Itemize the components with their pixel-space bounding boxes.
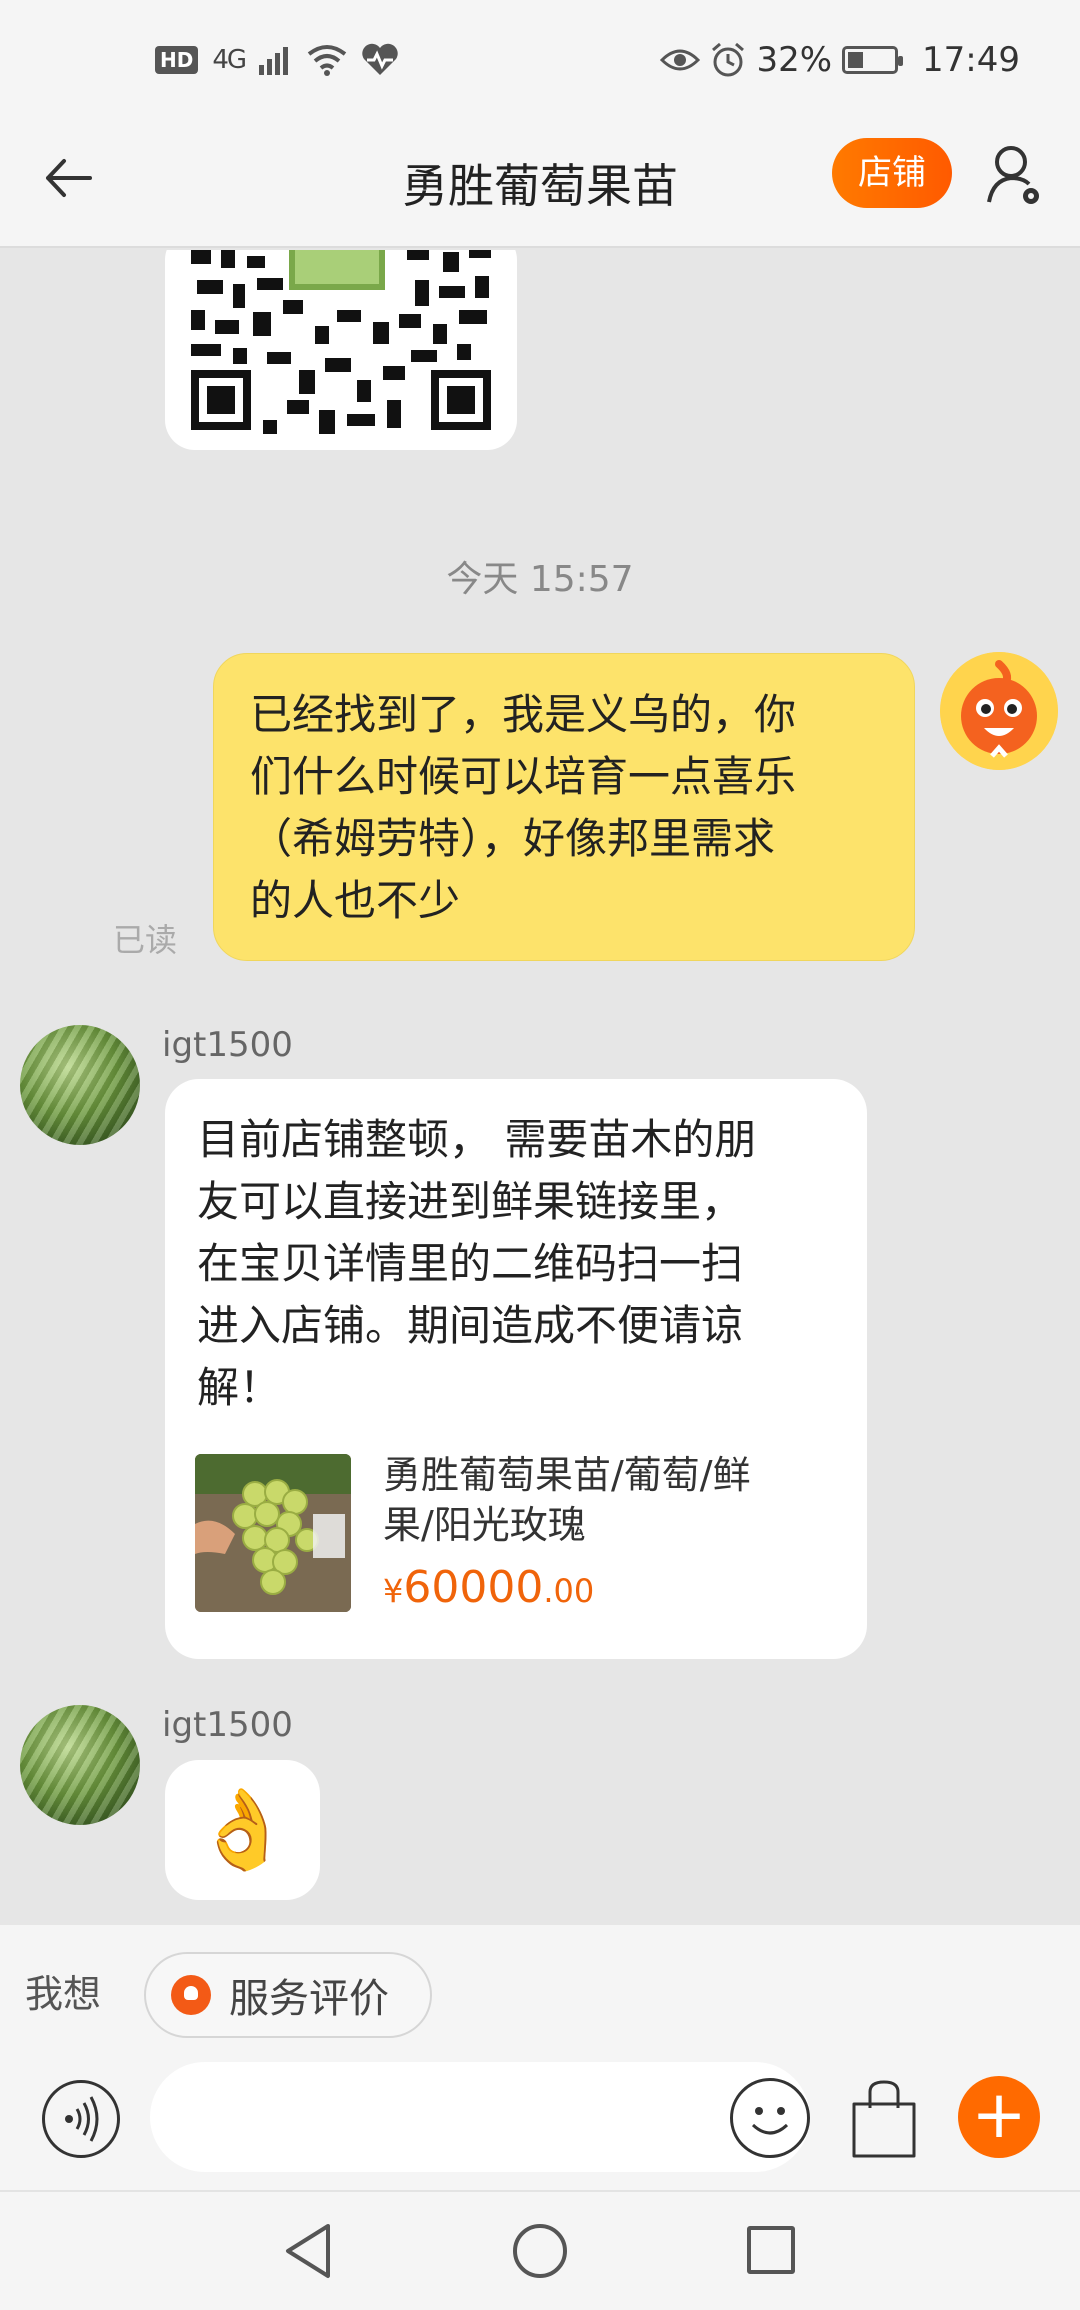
sender-name: igt1500 (162, 1025, 293, 1065)
product-title-line: 果/阳光玫瑰 (383, 1503, 586, 1547)
status-left: HD 4G (155, 43, 399, 77)
mascot-avatar-icon (940, 652, 1058, 770)
input-bar: + (0, 2050, 1080, 2190)
service-review-chip[interactable]: 服务评价 (144, 1952, 432, 2038)
product-title-line: 勇胜葡萄果苗/葡萄/鲜 (383, 1453, 751, 1497)
price-currency: ¥ (383, 1572, 404, 1610)
emoji-message-bubble[interactable]: 👌 (165, 1760, 320, 1900)
price-decimal: .00 (543, 1572, 595, 1610)
my-avatar[interactable] (940, 652, 1058, 770)
voice-wave-icon (65, 2096, 99, 2142)
product-image (195, 1454, 351, 1612)
message-line: 友可以直接进到鲜果链接里， (197, 1177, 744, 1226)
battery-percent: 32% (756, 40, 833, 80)
triangle-back-icon (286, 2224, 330, 2278)
quick-action-bar: 我想 服务评价 (0, 1925, 1080, 2050)
seller-message-bubble[interactable]: 目前店铺整顿， 需要苗木的朋 友可以直接进到鲜果链接里， 在宝贝详情里的二维码扫… (165, 1079, 867, 1659)
message-timestamp: 今天 15:57 (446, 559, 634, 600)
product-price: ¥60000.00 (383, 1562, 594, 1613)
qr-code-card[interactable] (165, 250, 517, 450)
product-title[interactable]: 勇胜葡萄果苗/葡萄/鲜 果/阳光玫瑰 (383, 1450, 823, 1550)
network-type: 4G (212, 45, 247, 75)
hd-badge: HD (155, 46, 199, 74)
grape-cluster-icon (195, 1454, 351, 1612)
clock: 17:49 (922, 40, 1020, 80)
nav-home-button[interactable] (513, 2224, 567, 2278)
message-line: 目前店铺整顿， 需要苗木的朋 (197, 1115, 757, 1164)
chat-area[interactable]: 今天 15:57 已经找到了，我是义乌的，你 们什么时候可以培育一点喜乐 （希姆… (0, 250, 1080, 1925)
wifi-icon (307, 45, 347, 76)
my-message-line: （希姆劳特），好像邦里需求 (250, 814, 776, 863)
quick-label: 我想 (25, 1972, 102, 2016)
message-line: 在宝贝详情里的二维码扫一扫 (197, 1239, 744, 1288)
product-card[interactable]: 勇胜葡萄果苗/葡萄/鲜 果/阳光玫瑰 ¥60000.00 (195, 1453, 845, 1614)
chat-header: 勇胜葡萄果苗 店铺 (0, 120, 1080, 248)
voice-button[interactable] (42, 2080, 120, 2158)
read-status: 已读 (113, 921, 178, 959)
qr-code-image (187, 250, 495, 440)
system-nav-bar (0, 2190, 1080, 2310)
alarm-icon (712, 42, 745, 77)
sender-name: igt1500 (162, 1705, 293, 1745)
nav-back-button[interactable] (282, 2222, 336, 2280)
my-message-line: 已经找到了，我是义乌的，你 (250, 690, 797, 739)
smiley-icon (751, 2107, 789, 2135)
more-plus-button[interactable]: + (958, 2076, 1040, 2158)
user-settings-icon (987, 146, 1039, 204)
status-bar: HD 4G 32% 17:49 (0, 0, 1080, 120)
nav-recents-button[interactable] (747, 2226, 795, 2274)
seller-avatar[interactable] (20, 1025, 140, 1145)
shopping-bag-icon (852, 2080, 916, 2158)
shop-button[interactable]: 店铺 (832, 138, 952, 208)
my-message-bubble[interactable]: 已经找到了，我是义乌的，你 们什么时候可以培育一点喜乐 （希姆劳特），好像邦里需… (213, 653, 915, 961)
review-icon (171, 1975, 211, 2015)
health-heart-icon (362, 43, 398, 75)
emoji-button[interactable] (730, 2078, 810, 2158)
eye-icon (660, 49, 701, 71)
my-message-line: 们什么时候可以培育一点喜乐 (250, 752, 797, 801)
message-input[interactable] (150, 2062, 810, 2172)
message-line: 进入店铺。期间造成不便请谅 (197, 1301, 744, 1350)
my-message-line: 的人也不少 (250, 876, 461, 925)
chip-label: 服务评价 (229, 1976, 389, 2022)
seller-avatar[interactable] (20, 1705, 140, 1825)
status-right: 32% 17:49 (660, 40, 1020, 80)
shopping-bag-button[interactable] (848, 2078, 920, 2160)
user-settings-button[interactable] (985, 142, 1045, 212)
ok-hand-emoji: 👌 (193, 1785, 292, 1875)
battery-icon (842, 46, 904, 74)
message-line: 解！ (197, 1363, 282, 1412)
cellular-signal-icon (259, 47, 289, 75)
price-integer: 60000 (403, 1562, 544, 1613)
